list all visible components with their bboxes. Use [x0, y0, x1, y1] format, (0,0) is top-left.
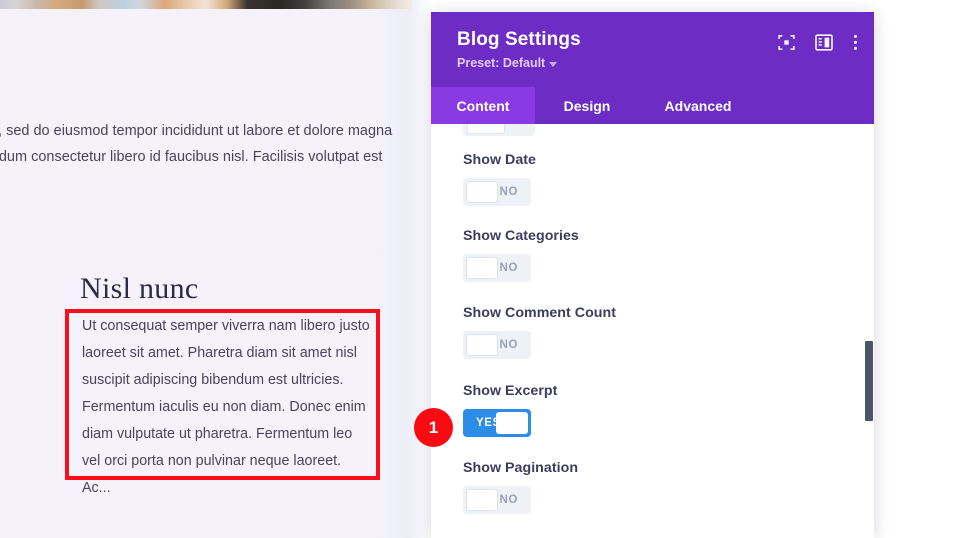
page-preview-area: t, sed do eiusmod tempor incididunt ut l…	[0, 0, 430, 538]
post-title-heading: Nisl nunc	[80, 272, 199, 306]
toggle-show-categories[interactable]: NO	[463, 254, 531, 282]
modal-header-actions	[778, 34, 858, 51]
toggle-show-date[interactable]: NO	[463, 178, 531, 206]
toggle-knob	[466, 334, 498, 356]
toggle-knob	[466, 257, 498, 279]
panel-layout-icon[interactable]	[815, 34, 833, 51]
modal-scrollbar-thumb[interactable]	[865, 341, 873, 421]
toggle-show-pagination[interactable]: NO	[463, 486, 531, 514]
field-label: Show Excerpt	[463, 383, 557, 399]
field-show-date: Show Date NO	[463, 152, 536, 206]
preset-label: Preset: Default	[457, 56, 545, 70]
toggle-state-text: NO	[500, 262, 518, 274]
modal-header: Blog Settings Preset: Default	[431, 12, 874, 87]
blog-settings-modal: Blog Settings Preset: Default	[431, 12, 874, 538]
toggle-state-text: NO	[500, 186, 518, 198]
preset-selector[interactable]: Preset: Default	[457, 56, 854, 70]
tab-design[interactable]: Design	[535, 87, 639, 124]
field-show-categories: Show Categories NO	[463, 228, 579, 282]
modal-tab-bar: Content Design Advanced	[431, 87, 874, 124]
field-show-comment-count: Show Comment Count NO	[463, 305, 616, 359]
field-label: Show Categories	[463, 228, 579, 244]
field-label: Show Pagination	[463, 460, 578, 476]
focus-target-icon[interactable]	[778, 34, 795, 51]
field-show-excerpt: Show Excerpt YES	[463, 383, 557, 437]
modal-scrollbar-track[interactable]	[864, 124, 874, 538]
tab-advanced[interactable]: Advanced	[639, 87, 757, 124]
toggle-show-comment-count[interactable]: NO	[463, 331, 531, 359]
toggle-knob	[466, 181, 498, 203]
toggle-show-excerpt[interactable]: YES	[463, 409, 531, 437]
preview-paragraph-line: t, sed do eiusmod tempor incididunt ut l…	[0, 118, 392, 144]
toggle-state-text: NO	[500, 339, 518, 351]
clipped-toggle-above-fold[interactable]	[463, 124, 535, 136]
annotation-badge-1: 1	[414, 408, 453, 447]
toggle-state-text: NO	[500, 494, 518, 506]
post-excerpt-text: Ut consequat semper viverra nam libero j…	[82, 313, 370, 502]
modal-body-scroll-area: Show Date NO Show Categories NO Show Com…	[431, 124, 874, 538]
hero-image-strip	[0, 0, 412, 9]
field-label: Show Comment Count	[463, 305, 616, 321]
tab-content[interactable]: Content	[431, 87, 535, 124]
field-show-pagination: Show Pagination NO	[463, 460, 578, 514]
more-vertical-icon[interactable]	[853, 34, 858, 51]
chevron-down-icon	[549, 62, 557, 67]
field-label: Show Date	[463, 152, 536, 168]
toggle-knob	[466, 489, 498, 511]
toggle-state-text: YES	[476, 417, 501, 429]
preview-paragraph-line: rdum consectetur libero id faucibus nisl…	[0, 144, 382, 170]
